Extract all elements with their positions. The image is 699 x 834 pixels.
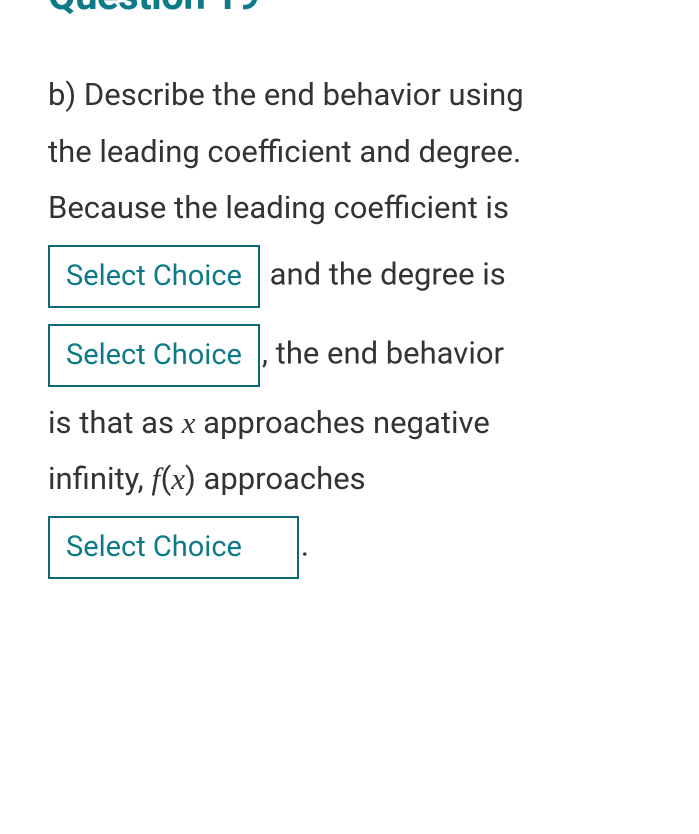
fx-paren-close: )	[185, 460, 196, 497]
text-infinity-a: is that as	[48, 404, 182, 441]
text-infinity-b: approaches negative	[195, 404, 489, 441]
period: .	[301, 527, 309, 564]
text-fx-b: approaches	[196, 460, 366, 497]
part-label: b)	[48, 76, 76, 113]
question-title: Question 19	[48, 0, 651, 19]
text-fx-a: infinity,	[48, 460, 151, 497]
question-body: b) Describe the end behavior using the l…	[48, 69, 651, 585]
fx-x: x	[171, 461, 185, 496]
prompt-line-1: Describe the end behavior using	[84, 76, 524, 113]
prompt-line-2: the leading coefficient and degree.	[48, 133, 521, 170]
text-after-dropdown-2: , the end behavior	[262, 334, 504, 371]
select-choice-3[interactable]: Select Choice	[48, 516, 299, 579]
select-choice-1[interactable]: Select Choice	[48, 245, 260, 308]
select-choice-2[interactable]: Select Choice	[48, 324, 260, 387]
text-after-dropdown-1: and the degree is	[270, 256, 506, 293]
prompt-line-3: Because the leading coefficient is	[48, 189, 509, 226]
variable-x: x	[182, 405, 196, 440]
fx-paren-open: (	[161, 460, 172, 497]
fx-f: f	[151, 461, 160, 496]
